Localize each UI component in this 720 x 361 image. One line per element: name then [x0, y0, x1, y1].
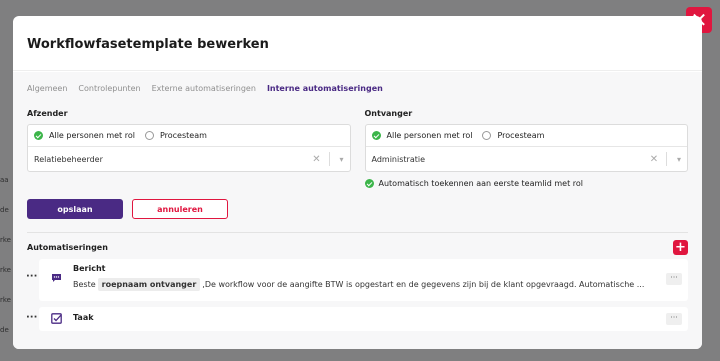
automation-card-content: Taak — [73, 307, 688, 332]
automation-card-text: Beste roepnaam ontvanger ,De workflow vo… — [73, 278, 653, 291]
automation-item-message: ··· Bericht Beste roepnaam ontvanger ,De… — [26, 259, 688, 301]
automations-header: Automatiseringen + — [27, 240, 688, 255]
sender-radio-all-label[interactable]: Alle personen met rol — [49, 131, 135, 140]
tab-controlepunten[interactable]: Controlepunten — [78, 84, 140, 93]
tab-externe-automatiseringen[interactable]: Externe automatiseringen — [152, 84, 256, 93]
receiver-radio-all-label[interactable]: Alle personen met rol — [387, 131, 473, 140]
receiver-panel: Alle personen met rol Procesteam Adminis… — [364, 124, 688, 172]
section-divider — [27, 232, 688, 233]
sender-radio-team-icon[interactable] — [144, 131, 154, 140]
form-actions: opslaan annuleren — [27, 199, 688, 219]
receiver-radio-team-icon[interactable] — [482, 131, 492, 140]
receiver-radio-group: Alle personen met rol Procesteam — [365, 125, 687, 147]
message-text-after: ,De workflow voor de aangifte BTW is opg… — [202, 280, 645, 289]
receiver-radio-all-checked-icon[interactable] — [371, 131, 381, 140]
receiver-label: Ontvanger — [364, 109, 413, 118]
automations-title: Automatiseringen — [27, 243, 108, 252]
sender-radio-group: Alle personen met rol Procesteam — [28, 125, 350, 147]
sender-section: Afzender Alle personen met rol Procestea… — [27, 109, 351, 188]
receiver-role-select[interactable]: Administratie ✕ ▾ — [366, 147, 688, 171]
tab-interne-automatiseringen[interactable]: Interne automatiseringen — [267, 84, 383, 93]
auto-assign-toggle[interactable]: Automatisch toekennen aan eerste teamlid… — [364, 179, 689, 188]
receiver-section: Ontvanger Alle personen met rol Proceste… — [364, 109, 689, 188]
variable-tag: roepnaam ontvanger — [97, 278, 201, 291]
automation-card[interactable]: Bericht Beste roepnaam ontvanger ,De wor… — [39, 259, 688, 301]
auto-assign-label: Automatisch toekennen aan eerste teamlid… — [378, 179, 583, 188]
receiver-radio-team-label[interactable]: Procesteam — [497, 131, 544, 140]
sender-receiver-columns: Afzender Alle personen met rol Procestea… — [27, 109, 688, 188]
automation-card[interactable]: Taak ··· — [39, 307, 688, 331]
edit-workflow-modal: Workflowfasetemplate bewerken Algemeen C… — [13, 16, 702, 349]
modal-title: Workflowfasetemplate bewerken — [27, 37, 269, 52]
clear-icon[interactable]: ✕ — [309, 154, 325, 165]
sender-select-value: Relatiebeheerder — [34, 154, 103, 164]
clear-icon[interactable]: ✕ — [646, 154, 662, 165]
modal-body: Algemeen Controlepunten Externe automati… — [13, 72, 702, 349]
cancel-button[interactable]: annuleren — [132, 199, 228, 219]
receiver-select-value: Administratie — [371, 154, 426, 164]
message-text-before: Beste — [73, 280, 96, 289]
more-options-icon[interactable]: ··· — [666, 273, 682, 285]
automation-card-title: Bericht — [73, 264, 106, 273]
drag-handle-icon[interactable]: ··· — [26, 312, 37, 323]
sender-panel: Alle personen met rol Procesteam Relatie… — [27, 124, 351, 172]
tab-algemeen[interactable]: Algemeen — [27, 84, 67, 93]
chevron-down-icon[interactable]: ▾ — [671, 155, 687, 164]
message-icon — [39, 259, 73, 283]
drag-handle-icon[interactable]: ··· — [26, 271, 37, 282]
automation-card-content: Bericht Beste roepnaam ontvanger ,De wor… — [73, 259, 688, 296]
tab-bar: Algemeen Controlepunten Externe automati… — [27, 84, 688, 93]
select-separator — [328, 152, 330, 166]
add-automation-button[interactable]: + — [673, 240, 688, 255]
check-circle-icon — [364, 179, 374, 188]
select-separator — [666, 152, 667, 166]
sender-radio-team-label[interactable]: Procesteam — [160, 131, 207, 140]
sender-role-select[interactable]: Relatiebeheerder ✕ ▾ — [28, 147, 350, 171]
sender-label: Afzender — [27, 109, 68, 118]
chevron-down-icon[interactable]: ▾ — [334, 155, 350, 164]
automation-item-task: ··· Taak ··· — [26, 307, 688, 331]
more-options-icon[interactable]: ··· — [666, 313, 682, 325]
sender-radio-all-checked-icon[interactable] — [34, 131, 43, 140]
task-checkbox-icon — [39, 307, 73, 324]
modal-header: Workflowfasetemplate bewerken — [13, 16, 702, 71]
save-button[interactable]: opslaan — [27, 199, 123, 219]
automation-card-title: Taak — [73, 313, 94, 322]
